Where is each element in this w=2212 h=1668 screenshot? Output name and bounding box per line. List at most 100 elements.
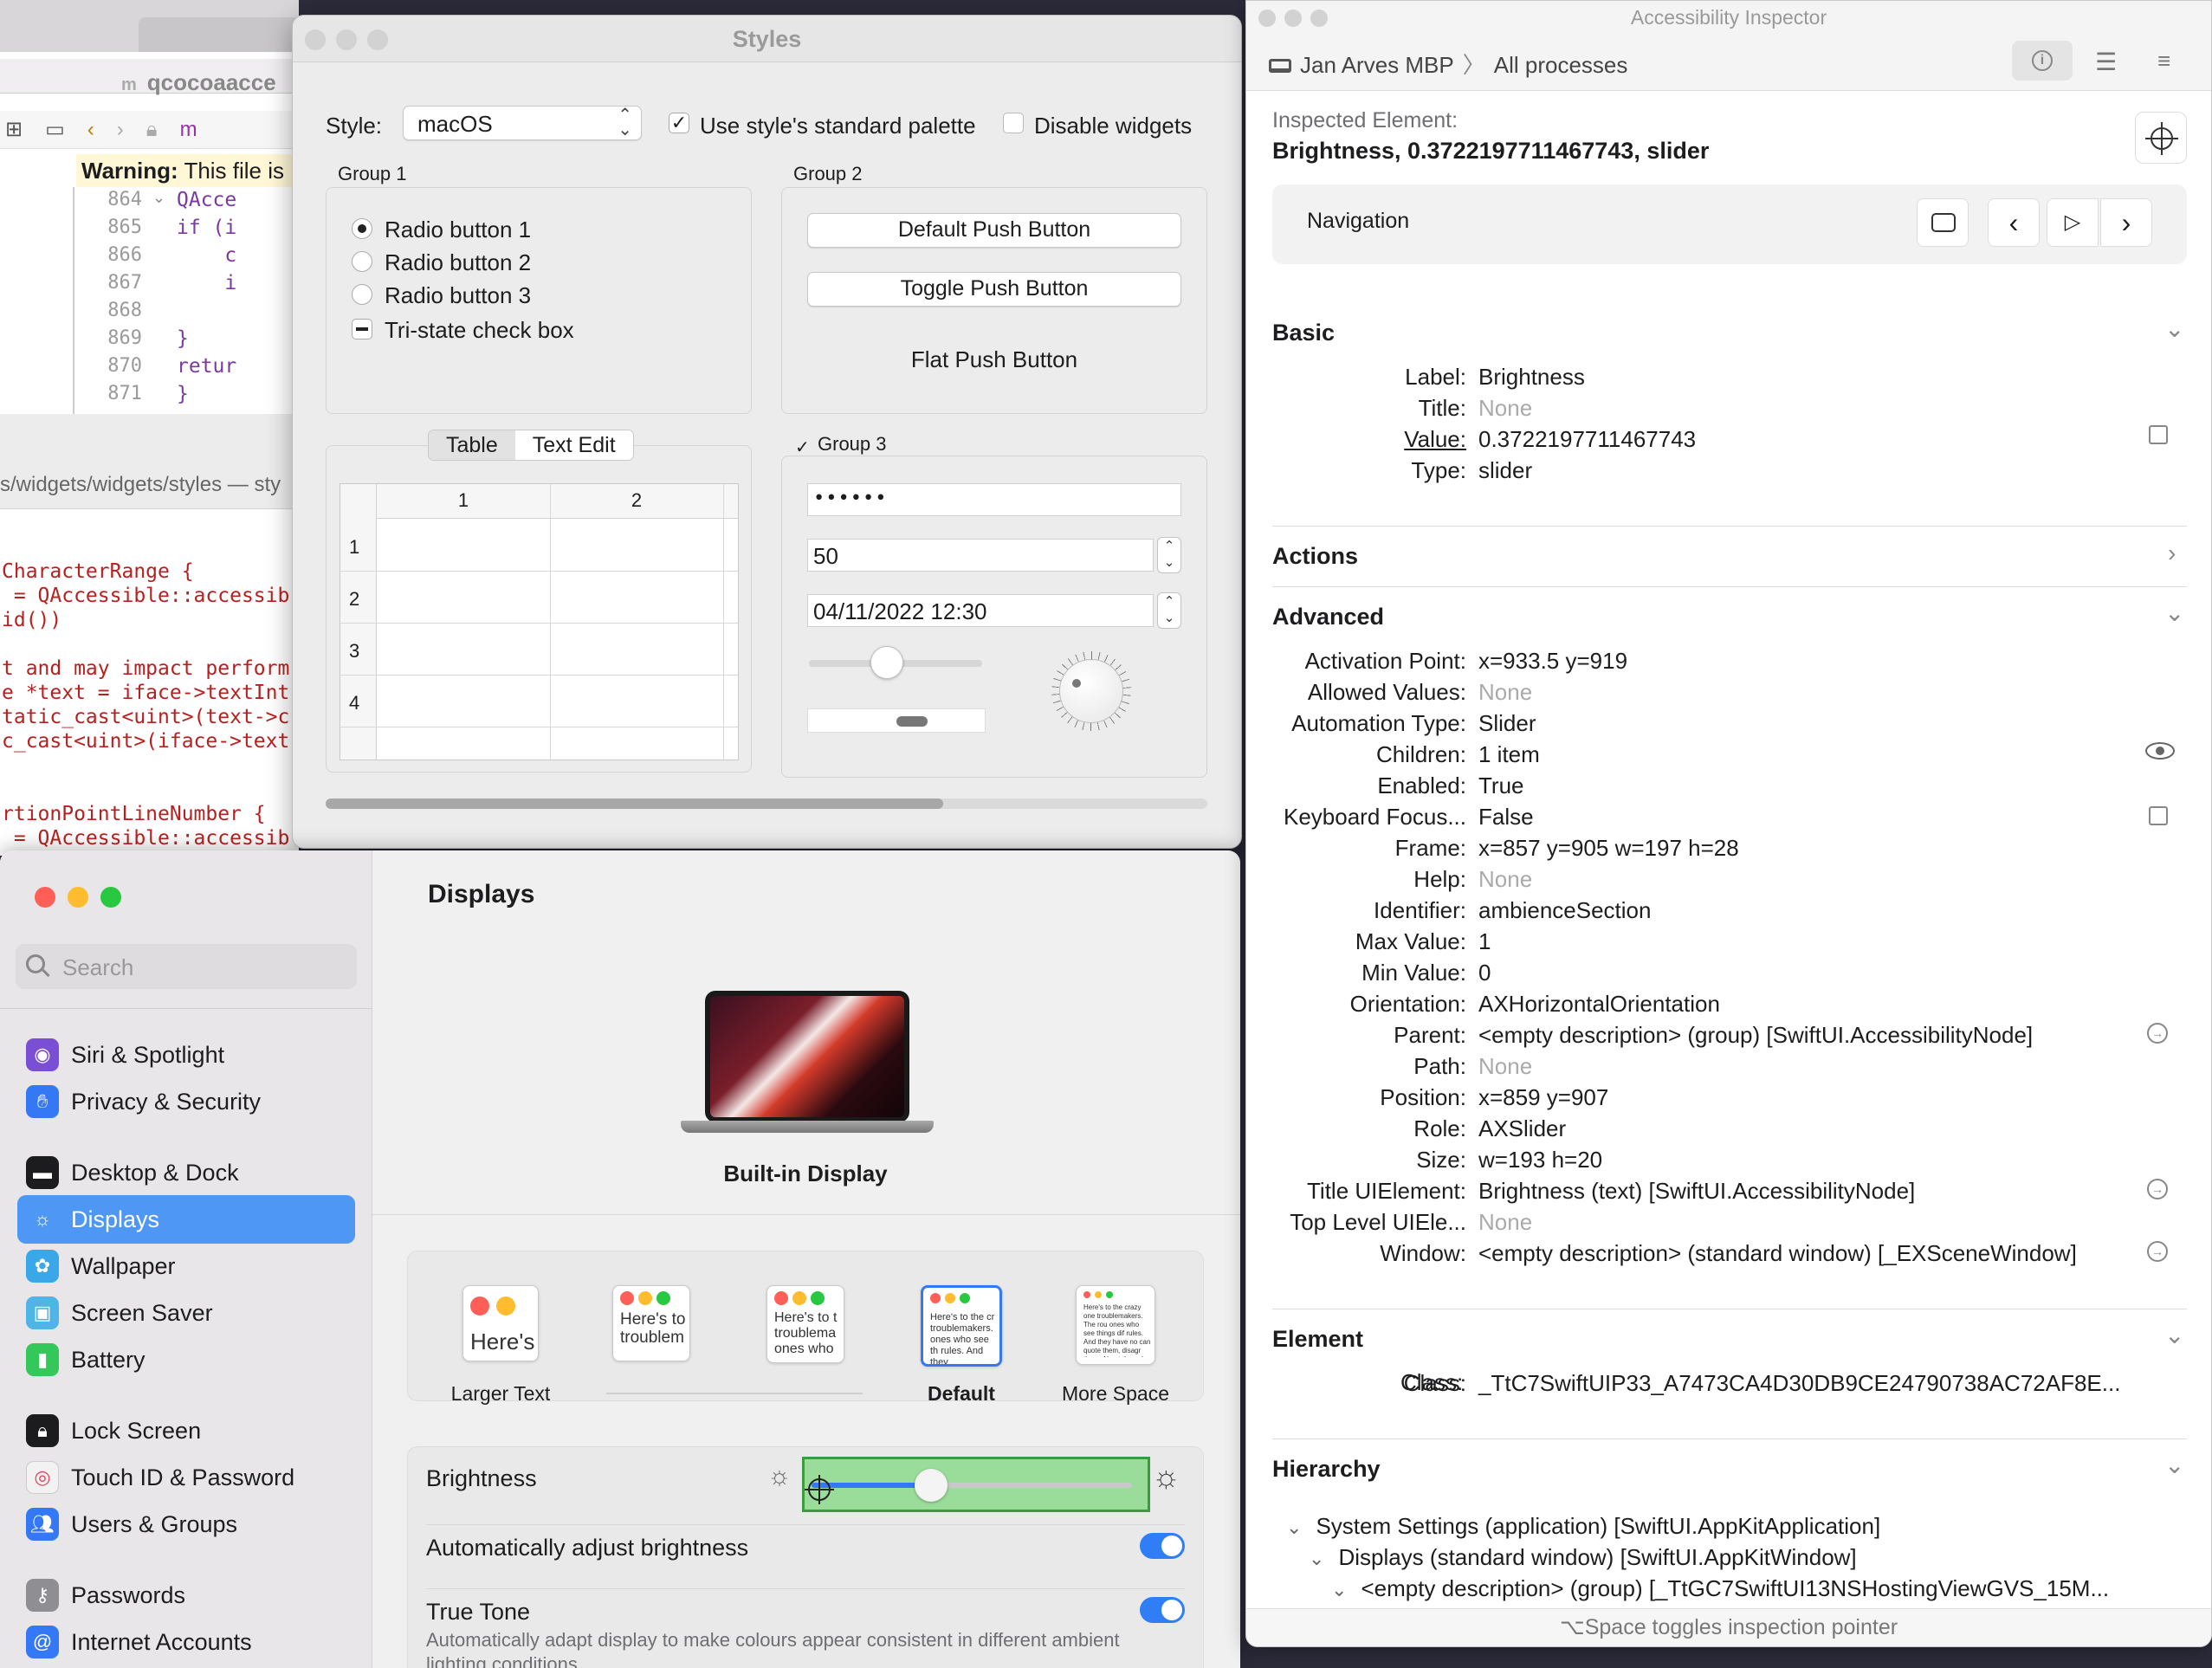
editor-tab[interactable]: m qcocoaacce bbox=[121, 69, 276, 96]
row-header-1[interactable]: 1 bbox=[349, 536, 359, 559]
sidebar-item-lock-screen[interactable]: 🔒︎ Lock Screen bbox=[17, 1406, 355, 1455]
scrollbar-thumb[interactable] bbox=[896, 716, 928, 727]
fold-chevron-icon[interactable]: ⌄ bbox=[152, 189, 165, 207]
chevron-down-icon[interactable]: ⌄ bbox=[2164, 1321, 2184, 1349]
advanced-header[interactable]: Advanced bbox=[1272, 604, 1384, 630]
datetime-field[interactable]: 04/11/2022 12:30 bbox=[807, 594, 1154, 627]
close-button[interactable] bbox=[35, 887, 55, 908]
chevron-down-icon[interactable]: ⌄ bbox=[1309, 1548, 1324, 1569]
sidebar-item-battery[interactable]: ▮ Battery bbox=[17, 1335, 355, 1384]
grid-icon[interactable]: ⊞ bbox=[5, 117, 23, 142]
target-button[interactable] bbox=[2135, 112, 2187, 164]
col-header-2[interactable]: 2 bbox=[550, 489, 723, 512]
sidebar-item-touch-id-password[interactable]: ◎ Touch ID & Password bbox=[17, 1453, 355, 1502]
window-arrow-icon[interactable]: → bbox=[2147, 1241, 2168, 1262]
parent-arrow-icon[interactable]: → bbox=[2147, 1023, 2168, 1044]
chevron-down-icon[interactable]: ⌄ bbox=[2164, 314, 2184, 343]
disable-checkbox[interactable] bbox=[1003, 113, 1024, 133]
nav-next-button[interactable]: › bbox=[2100, 198, 2152, 247]
chevron-down-icon[interactable]: ⌄ bbox=[2164, 1451, 2184, 1479]
brightness-slider[interactable] bbox=[802, 1457, 1150, 1512]
chevron-down-icon[interactable]: ⌄ bbox=[2164, 598, 2184, 627]
eye-icon[interactable] bbox=[2145, 742, 2175, 760]
resolution-option[interactable]: Here's to troublem bbox=[612, 1285, 690, 1361]
password-field[interactable]: •••••• bbox=[807, 483, 1181, 516]
file-m-icon[interactable]: m bbox=[180, 118, 197, 142]
tab-text-edit[interactable]: Text Edit bbox=[514, 430, 633, 460]
hierarchy-header[interactable]: Hierarchy bbox=[1272, 1456, 1381, 1483]
horizontal-slider[interactable] bbox=[809, 646, 982, 679]
sidebar-item-wallpaper[interactable]: ✿ Wallpaper bbox=[17, 1242, 355, 1290]
resolution-option[interactable]: Here's bbox=[462, 1285, 539, 1361]
sidebar-item-internet-accounts[interactable]: @ Internet Accounts bbox=[17, 1618, 355, 1666]
actions-header[interactable]: Actions bbox=[1272, 543, 1358, 570]
code-line: retur bbox=[177, 355, 237, 378]
auto-brightness-toggle[interactable] bbox=[1140, 1533, 1185, 1559]
row-header-4[interactable]: 4 bbox=[349, 692, 359, 714]
spin-stepper[interactable]: ⌃ ⌄ bbox=[1157, 537, 1181, 573]
nav-play-button[interactable]: ▷ bbox=[2047, 198, 2099, 247]
resolution-option[interactable]: Here's to the crazy one troublemakers. T… bbox=[1076, 1285, 1155, 1365]
palette-checkbox[interactable]: ✓ bbox=[669, 113, 689, 133]
sidebar-item-users-groups[interactable]: 👥︎ Users & Groups bbox=[17, 1500, 355, 1548]
edit-value-icon[interactable] bbox=[2149, 425, 2168, 444]
chevron-down-icon[interactable]: ⌄ bbox=[1331, 1579, 1347, 1600]
radio-3[interactable] bbox=[352, 284, 372, 305]
spinbox[interactable]: 50 bbox=[807, 539, 1154, 572]
chevron-down-icon[interactable]: ⌄ bbox=[1286, 1516, 1302, 1538]
scrollbar[interactable] bbox=[807, 708, 986, 733]
settings-sliders-icon[interactable]: ≡ bbox=[2157, 48, 2170, 74]
sidebar-item-passwords[interactable]: ⚷ Passwords bbox=[17, 1571, 355, 1620]
laptop-icon bbox=[1269, 59, 1291, 73]
sidebar-item-screen-saver[interactable]: ▣ Screen Saver bbox=[17, 1289, 355, 1337]
edit-focus-icon[interactable] bbox=[2149, 806, 2168, 825]
true-tone-toggle[interactable] bbox=[1140, 1597, 1185, 1623]
slider-knob[interactable] bbox=[870, 646, 903, 679]
title-element-arrow-icon[interactable]: → bbox=[2147, 1179, 2168, 1199]
info-button[interactable]: i bbox=[2012, 41, 2073, 81]
col-header-1[interactable]: 1 bbox=[377, 489, 550, 512]
radio-2[interactable] bbox=[352, 251, 372, 272]
search-field[interactable]: Search bbox=[16, 944, 357, 989]
display-name: Built-in Display bbox=[723, 1160, 888, 1186]
host-selector[interactable]: Jan Arves MBP 〉 All processes bbox=[1269, 48, 1627, 80]
resolution-option[interactable]: Here's to t troublema ones who bbox=[766, 1285, 844, 1363]
radio-1[interactable] bbox=[352, 218, 372, 239]
code-line: rtionPointLineNumber { bbox=[2, 803, 266, 825]
row-header-3[interactable]: 3 bbox=[349, 640, 359, 663]
minimize-button[interactable] bbox=[68, 887, 88, 908]
speak-button[interactable] bbox=[1917, 198, 1969, 247]
style-select[interactable]: macOS ⌃ ⌄ bbox=[403, 106, 642, 140]
forward-chevron-icon[interactable]: › bbox=[117, 118, 124, 142]
resolution-option[interactable]: Here's to the cr troublemakers. ones who… bbox=[921, 1285, 1002, 1367]
sidebar-icon[interactable]: ▭ bbox=[45, 117, 65, 142]
chevron-right-icon[interactable]: › bbox=[2168, 540, 2176, 567]
hierarchy-node[interactable]: ⌄ <empty description> (group) [_TtGC7Swif… bbox=[1331, 1575, 2109, 1602]
hierarchy-node[interactable]: ⌄ System Settings (application) [SwiftUI.… bbox=[1286, 1513, 1880, 1540]
lock-icon[interactable]: 🔒︎ bbox=[146, 118, 158, 142]
zoom-button[interactable] bbox=[100, 887, 121, 908]
hierarchy-node[interactable]: ⌄ Displays (standard window) [SwiftUI.App… bbox=[1309, 1544, 1857, 1571]
row-header-2[interactable]: 2 bbox=[349, 588, 359, 611]
back-chevron-icon[interactable]: ‹ bbox=[87, 118, 94, 142]
flat-push-button[interactable]: Flat Push Button bbox=[807, 346, 1181, 373]
xcode-window: m qcocoaacce ⊞ ▭ ‹ › 🔒︎ m Warning: This f… bbox=[0, 0, 299, 416]
sidebar-item-displays[interactable]: ☼ Displays bbox=[17, 1195, 355, 1244]
at-icon: @ bbox=[26, 1626, 59, 1658]
sidebar-item-desktop-dock[interactable]: ▬ Desktop & Dock bbox=[17, 1148, 355, 1197]
tristate-checkbox[interactable] bbox=[352, 319, 372, 339]
tab-table[interactable]: Table bbox=[429, 430, 515, 460]
nav-previous-button[interactable]: ‹ bbox=[1988, 198, 2040, 247]
sidebar-item-siri-spotlight[interactable]: ◉ Siri & Spotlight bbox=[17, 1031, 355, 1079]
dial[interactable] bbox=[1051, 651, 1131, 731]
basic-header[interactable]: Basic bbox=[1272, 320, 1335, 346]
element-header[interactable]: Element bbox=[1272, 1326, 1363, 1353]
brightness-knob[interactable] bbox=[914, 1469, 948, 1502]
sidebar-item-privacy-security[interactable]: ✋︎ Privacy & Security bbox=[17, 1077, 355, 1126]
scrollbar-thumb[interactable] bbox=[326, 798, 943, 809]
horizontal-scrollbar[interactable] bbox=[326, 798, 1207, 809]
toggle-push-button[interactable]: Toggle Push Button bbox=[807, 272, 1181, 307]
default-push-button[interactable]: Default Push Button bbox=[807, 213, 1181, 248]
datetime-stepper[interactable]: ⌃ ⌄ bbox=[1157, 592, 1181, 629]
list-icon[interactable]: ☰ bbox=[2095, 48, 2117, 76]
